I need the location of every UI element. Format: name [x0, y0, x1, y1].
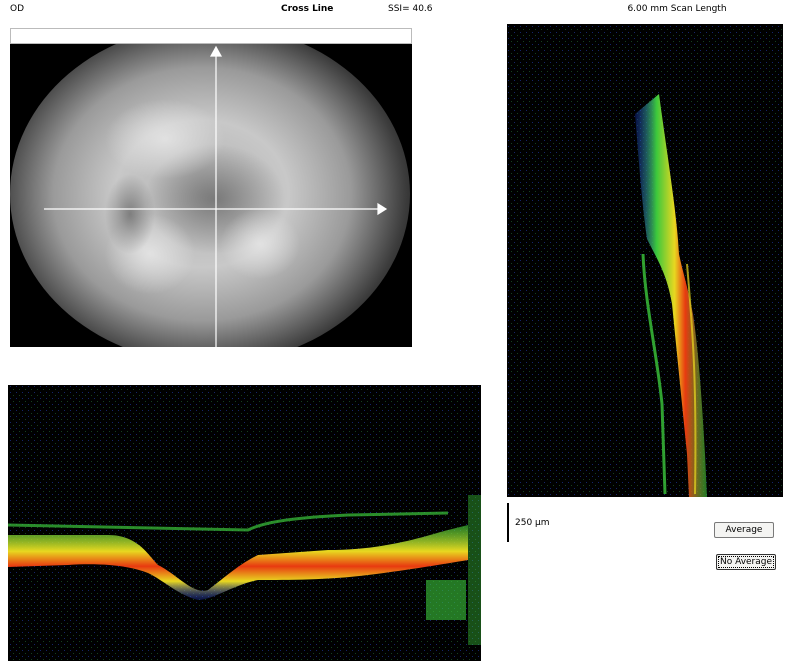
fundus-image-panel	[10, 28, 412, 347]
fundus-image-header-bar	[10, 28, 412, 44]
eye-label: OD	[10, 4, 25, 14]
no-average-button[interactable]: No Average	[716, 554, 776, 570]
scan-type-label: Cross Line	[281, 4, 334, 14]
fundus-image	[10, 44, 412, 347]
horizontal-oct-scan-image	[8, 385, 481, 661]
scale-bar	[507, 503, 509, 542]
scale-label: 250 µm	[515, 518, 550, 528]
vertical-oct-scan	[507, 24, 783, 497]
scan-length-label: 6.00 mm Scan Length	[627, 4, 727, 14]
vertical-oct-scan-image	[507, 24, 783, 497]
ssi-label: SSI= 40.6	[388, 4, 433, 14]
average-button[interactable]: Average	[714, 522, 774, 538]
horizontal-oct-scan	[8, 385, 481, 661]
